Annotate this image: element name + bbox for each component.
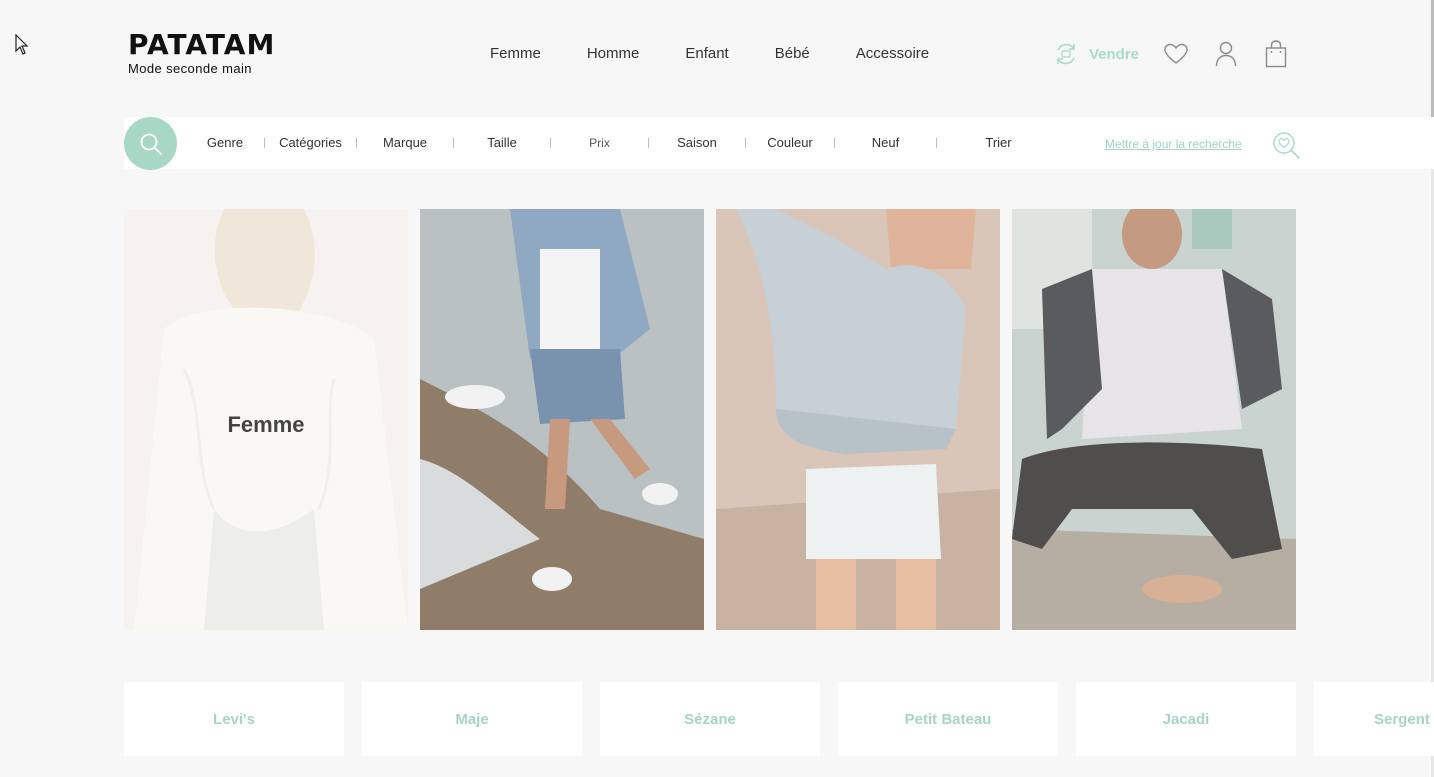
kids-photo (420, 209, 704, 630)
category-tile-kids[interactable] (420, 209, 704, 630)
cart-button[interactable] (1263, 40, 1289, 68)
nav-item-accessoire[interactable]: Accessoire (856, 45, 929, 63)
brand-card[interactable]: Sergent (1314, 682, 1434, 756)
brand-card[interactable]: Maje (362, 682, 582, 756)
filter-marque[interactable]: Marque (357, 134, 453, 152)
favorites-button[interactable] (1163, 40, 1189, 68)
brand-card[interactable]: Petit Bateau (838, 682, 1058, 756)
tile-label: Femme (227, 412, 305, 437)
nav-item-enfant[interactable]: Enfant (685, 45, 728, 63)
filter-taille[interactable]: Taille (454, 134, 550, 152)
update-search-link[interactable]: Mettre à jour la recherche (1105, 137, 1242, 151)
nav-item-bebe[interactable]: Bébé (775, 45, 810, 63)
filter-categories[interactable]: Catégories (265, 134, 356, 152)
search-filters: Genre Catégories Marque Taille Prix Sais… (186, 134, 1060, 152)
brand-card[interactable]: Levi's (124, 682, 344, 756)
filter-neuf[interactable]: Neuf (835, 134, 936, 152)
user-icon (1215, 41, 1237, 67)
account-button[interactable] (1213, 40, 1239, 68)
brand-card[interactable]: Jacadi (1076, 682, 1296, 756)
cursor-icon (15, 34, 29, 55)
category-tiles: Femme (124, 209, 1296, 630)
heart-icon (1164, 43, 1188, 64)
filter-saison[interactable]: Saison (649, 134, 745, 152)
nav-item-homme[interactable]: Homme (587, 45, 640, 63)
logo[interactable]: PATATAM Mode seconde main (128, 28, 276, 77)
brand-card[interactable]: Sézane (600, 682, 820, 756)
bag-icon (1265, 40, 1287, 68)
filter-prix[interactable]: Prix (551, 134, 648, 152)
header-actions: Vendre (1053, 39, 1313, 69)
sell-recycle-icon (1057, 43, 1075, 65)
search-heart-icon[interactable] (1271, 130, 1301, 160)
sell-label: Vendre (1089, 45, 1140, 63)
filter-genre[interactable]: Genre (186, 134, 264, 152)
logo-subtitle: Mode seconde main (128, 61, 252, 76)
logo-title: PATATAM (128, 28, 276, 61)
search-icon (140, 133, 162, 155)
main-nav: Femme Homme Enfant Bébé Accessoire (490, 45, 975, 63)
category-tile-homme[interactable] (1012, 209, 1296, 630)
filter-couleur[interactable]: Couleur (746, 134, 834, 152)
filter-trier[interactable]: Trier (937, 134, 1060, 152)
brand-cards: Levi's Maje Sézane Petit Bateau Jacadi S… (124, 682, 1434, 756)
category-tile-femme[interactable]: Femme (124, 209, 408, 630)
nav-item-femme[interactable]: Femme (490, 45, 541, 63)
category-tile-baby[interactable] (716, 209, 1000, 630)
search-button[interactable] (124, 117, 177, 170)
baby-photo (716, 209, 1000, 630)
homme-photo (1012, 209, 1296, 630)
sell-button[interactable]: Vendre (1053, 41, 1139, 67)
